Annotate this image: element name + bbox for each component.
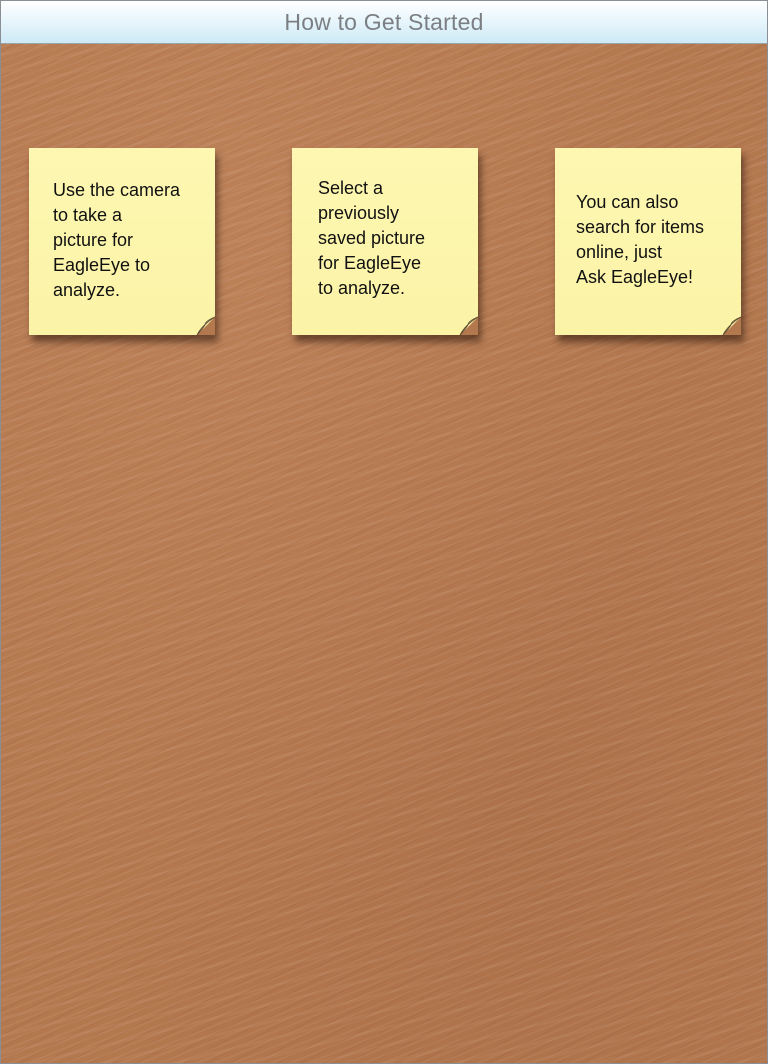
sticky-note-search-online[interactable]: You can also search for items online, ju… [555,148,741,335]
page-curl-icon [722,316,741,335]
sticky-note-saved-picture[interactable]: Select a previously saved picture for Ea… [292,148,478,335]
page-title: How to Get Started [284,8,484,35]
corkboard-background: How to Get Started Use the camera to tak… [0,0,768,1064]
navigation-bar: How to Get Started [1,1,767,44]
sticky-note-camera[interactable]: Use the camera to take a picture for Eag… [29,148,215,335]
sticky-note-text: Use the camera to take a picture for Eag… [53,180,181,300]
sticky-note-text: You can also search for items online, ju… [576,192,705,287]
page-curl-icon [459,316,478,335]
page-curl-icon [196,316,215,335]
sticky-note-text: Select a previously saved picture for Ea… [318,178,426,298]
